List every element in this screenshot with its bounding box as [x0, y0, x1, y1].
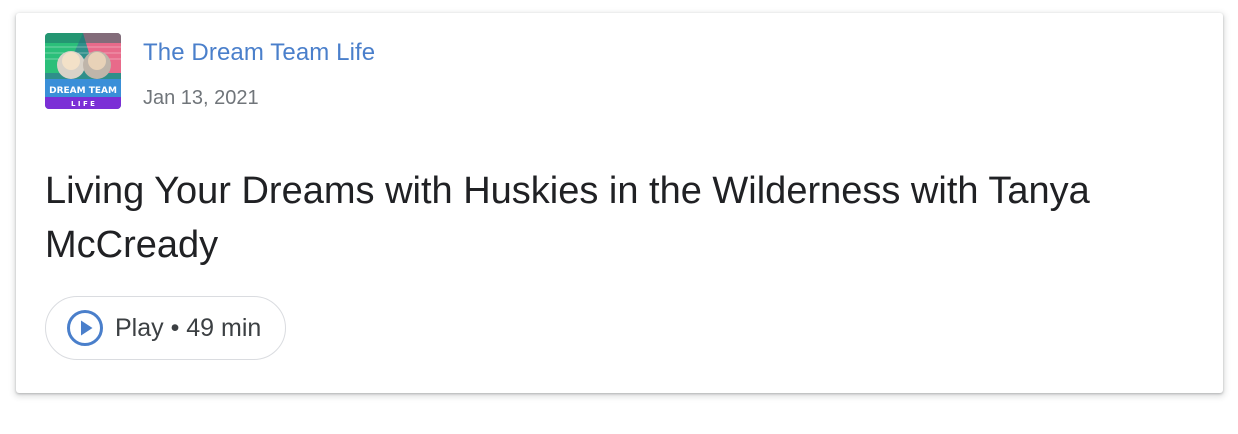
episode-header: DREAM TEAM L I F E The Dream Team Life J… [45, 33, 375, 110]
play-button-label: Play • 49 min [115, 314, 262, 342]
episode-card[interactable]: DREAM TEAM L I F E The Dream Team Life J… [16, 13, 1223, 393]
episode-meta: The Dream Team Life Jan 13, 2021 [143, 33, 375, 110]
artwork-title-text: DREAM TEAM [49, 86, 117, 96]
show-name-link[interactable]: The Dream Team Life [143, 39, 375, 67]
episode-date: Jan 13, 2021 [143, 87, 259, 109]
play-button[interactable]: Play • 49 min [45, 296, 287, 360]
play-circle-icon [66, 309, 104, 347]
episode-title[interactable]: Living Your Dreams with Huskies in the W… [45, 164, 1195, 272]
podcast-artwork[interactable]: DREAM TEAM L I F E [45, 33, 121, 109]
artwork-subtitle-text: L I F E [71, 100, 95, 108]
